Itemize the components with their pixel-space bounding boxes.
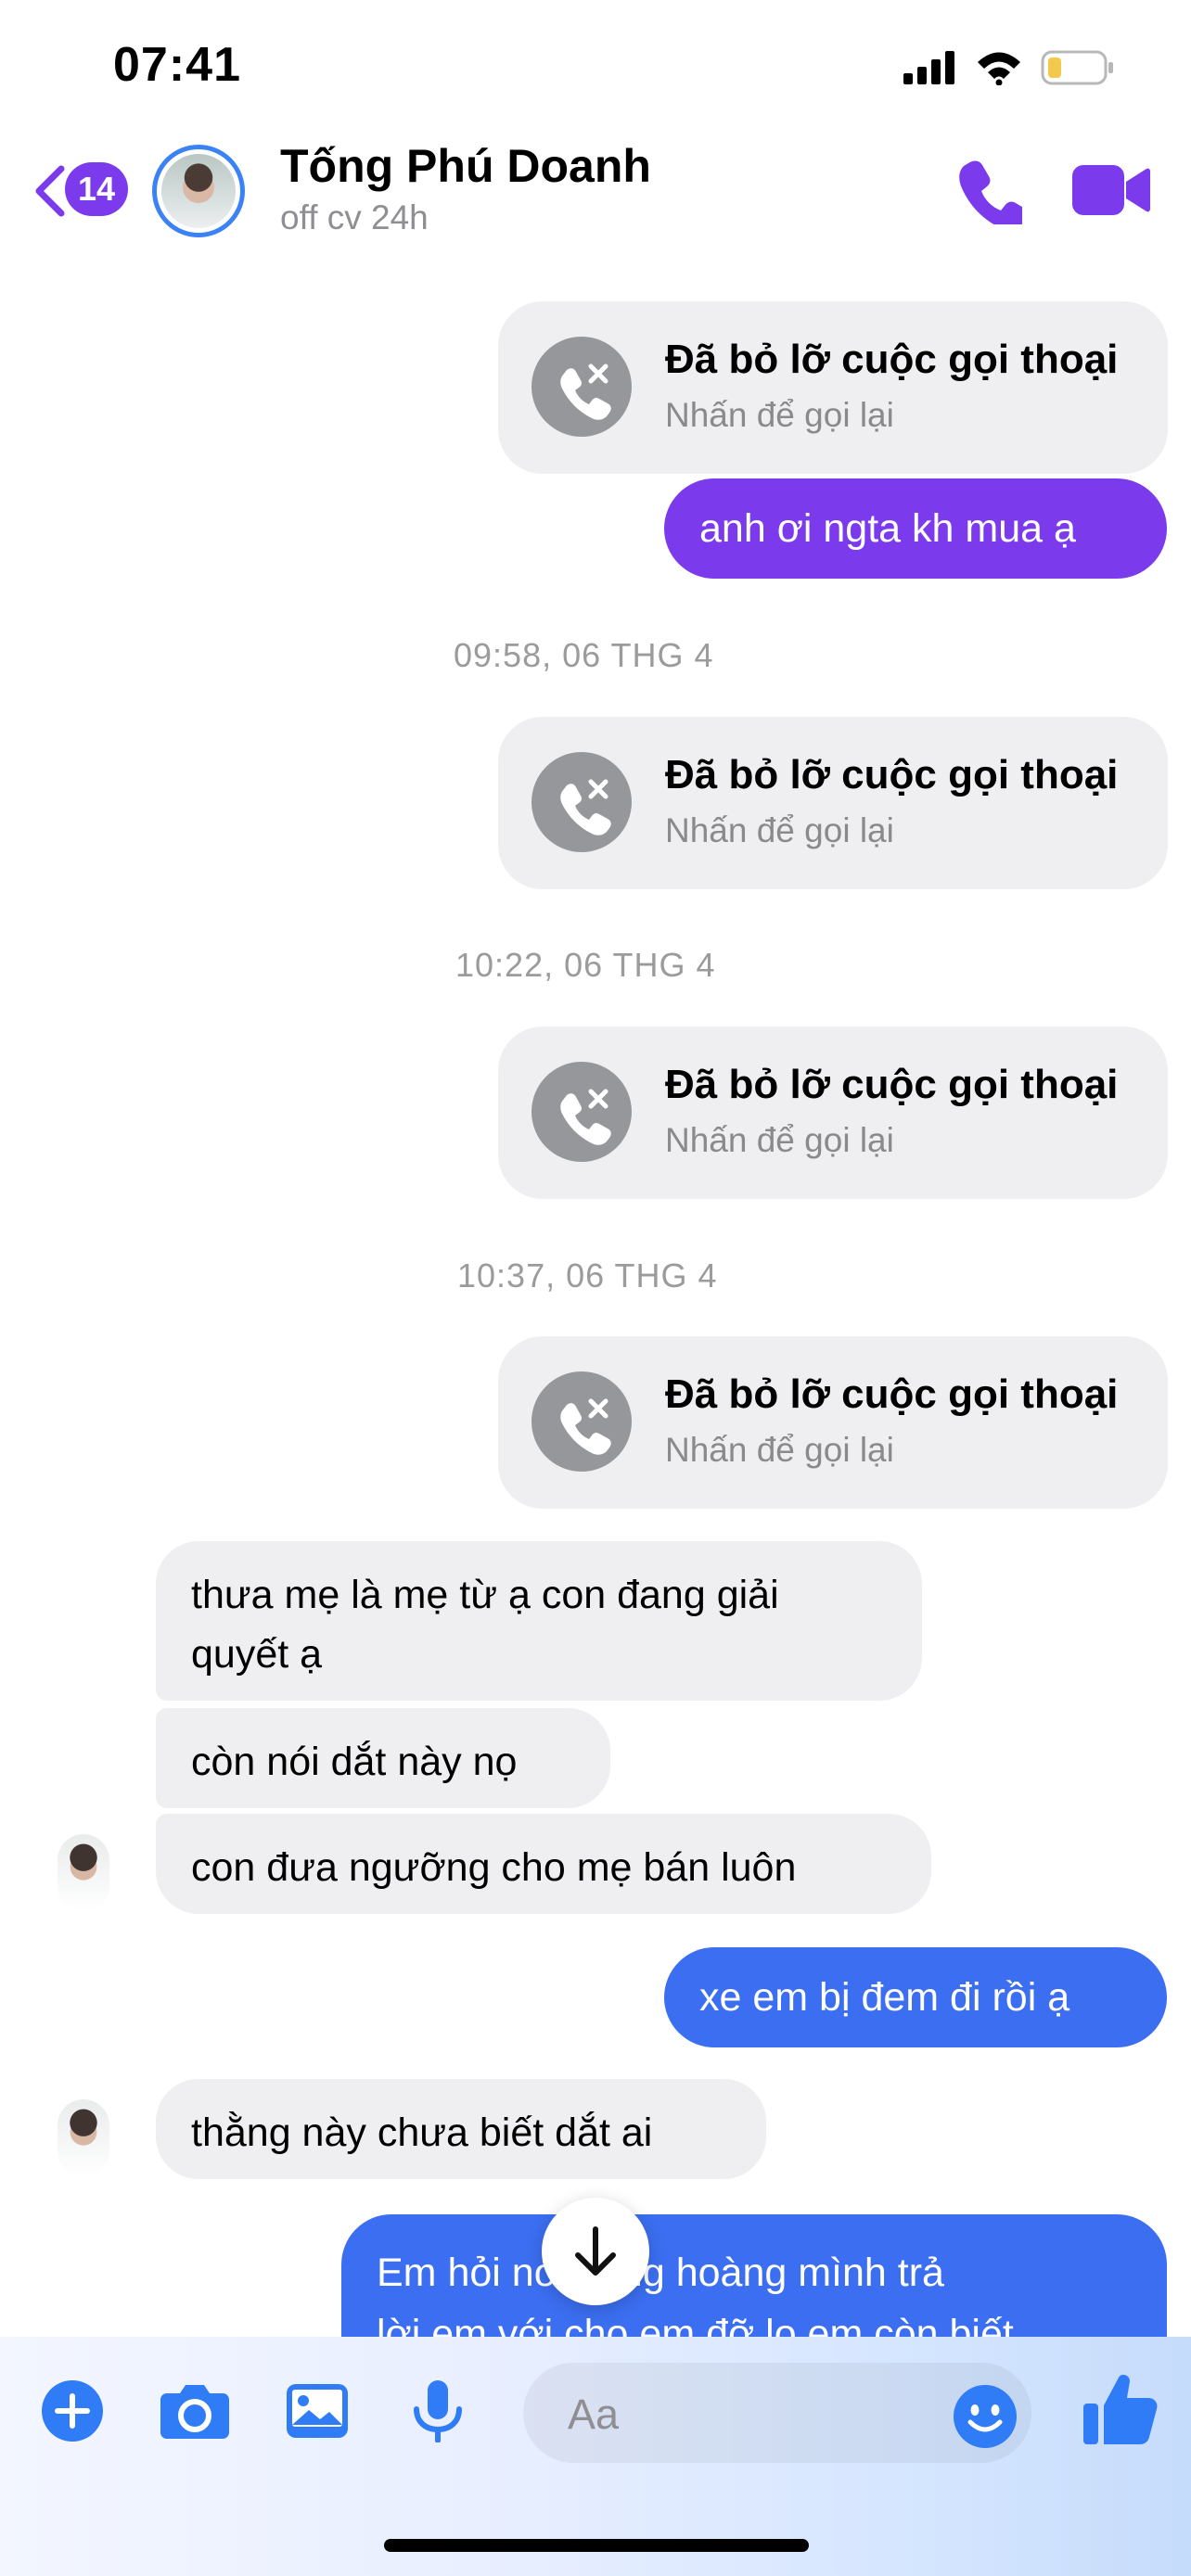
missed-call-icon <box>531 752 632 852</box>
video-call-button[interactable] <box>1072 159 1150 221</box>
status-icons <box>903 46 1115 89</box>
gallery-button[interactable] <box>280 2374 354 2448</box>
missed-call-subtitle: Nhấn để gọi lại <box>665 396 894 434</box>
avatar-image <box>161 154 236 228</box>
scroll-to-bottom-button[interactable] <box>542 2198 649 2305</box>
missed-call-title: Đã bỏ lỡ cuộc gọi thoại <box>665 1062 1119 1107</box>
incoming-message[interactable]: thưa mẹ là mẹ từ ạ con đang giải quyết ạ <box>156 1541 922 1701</box>
camera-button[interactable] <box>158 2374 232 2448</box>
missed-call-icon <box>531 1062 632 1162</box>
contact-name[interactable]: Tống Phú Doanh <box>280 139 651 193</box>
missed-call-icon <box>531 1371 632 1472</box>
timestamp: 09:58, 06 THG 4 <box>454 636 714 674</box>
missed-call-title: Đã bỏ lỡ cuộc gọi thoại <box>665 752 1119 797</box>
sender-avatar[interactable] <box>58 2099 109 2177</box>
sender-avatar[interactable] <box>58 1834 109 1912</box>
video-camera-icon <box>1072 165 1150 215</box>
message-line: quyết ạ <box>191 1632 323 1677</box>
incoming-message[interactable]: con đưa ngưỡng cho mẹ bán luôn <box>156 1814 931 1914</box>
timestamp: 10:22, 06 THG 4 <box>455 946 716 984</box>
image-icon <box>287 2384 348 2438</box>
message-line: thưa mẹ là mẹ từ ạ con đang giải <box>191 1573 779 1617</box>
input-placeholder: Aa <box>568 2391 620 2438</box>
contact-status: off cv 24h <box>280 198 429 236</box>
contact-avatar[interactable] <box>152 145 245 237</box>
add-button[interactable] <box>35 2374 109 2448</box>
missed-call-card[interactable]: Đã bỏ lỡ cuộc gọi thoại Nhấn để gọi lại <box>498 1027 1168 1199</box>
missed-call-subtitle: Nhấn để gọi lại <box>665 1431 894 1469</box>
missed-call-card[interactable]: Đã bỏ lỡ cuộc gọi thoại Nhấn để gọi lại <box>498 717 1168 889</box>
status-time: 07:41 <box>113 38 241 92</box>
voice-message-button[interactable] <box>401 2374 475 2448</box>
chat-header: 14 Tống Phú Doanh off cv 24h <box>0 139 1191 260</box>
emoji-button[interactable] <box>952 2383 1018 2450</box>
status-bar: 07:41 <box>0 0 1191 139</box>
chevron-left-icon <box>35 165 65 217</box>
chat-screen: Đã bỏ lỡ cuộc gọi thoại Nhấn để gọi lại … <box>0 0 1191 2576</box>
missed-call-subtitle: Nhấn để gọi lại <box>665 811 894 849</box>
incoming-message[interactable]: còn nói dắt này nọ <box>156 1708 610 1808</box>
phone-icon <box>959 160 1031 232</box>
back-button[interactable]: 14 <box>33 159 135 221</box>
wifi-icon <box>978 52 1020 85</box>
plus-circle-icon <box>42 2380 103 2442</box>
home-indicator[interactable] <box>384 2539 809 2552</box>
voice-call-button[interactable] <box>955 158 1031 232</box>
missed-call-icon <box>531 337 632 437</box>
missed-call-card[interactable]: Đã bỏ lỡ cuộc gọi thoại Nhấn để gọi lại <box>498 301 1168 474</box>
incoming-message[interactable]: thằng này chưa biết dắt ai <box>156 2079 766 2179</box>
smiley-icon <box>954 2385 1017 2448</box>
like-button[interactable] <box>1082 2370 1159 2448</box>
missed-call-card[interactable]: Đã bỏ lỡ cuộc gọi thoại Nhấn để gọi lại <box>498 1336 1168 1509</box>
signal-icon <box>903 51 954 84</box>
timestamp: 10:37, 06 THG 4 <box>457 1256 718 1294</box>
missed-call-title: Đã bỏ lỡ cuộc gọi thoại <box>665 337 1119 382</box>
message-list[interactable]: Đã bỏ lỡ cuộc gọi thoại Nhấn để gọi lại … <box>0 0 1191 2576</box>
missed-call-title: Đã bỏ lỡ cuộc gọi thoại <box>665 1371 1119 1417</box>
camera-icon <box>160 2385 229 2439</box>
arrow-down-icon <box>575 2226 616 2276</box>
message-line: Em hỏi nói đàng hoàng mình trả <box>377 2251 944 2295</box>
microphone-icon <box>414 2380 462 2442</box>
missed-call-subtitle: Nhấn để gọi lại <box>665 1121 894 1159</box>
unread-badge: 14 <box>65 162 128 216</box>
outgoing-message[interactable]: xe em bị đem đi rồi ạ <box>664 1947 1167 2047</box>
outgoing-message[interactable]: anh ơi ngta kh mua ạ <box>664 478 1167 579</box>
thumbs-up-icon <box>1083 2374 1158 2444</box>
battery-icon <box>1041 50 1113 85</box>
